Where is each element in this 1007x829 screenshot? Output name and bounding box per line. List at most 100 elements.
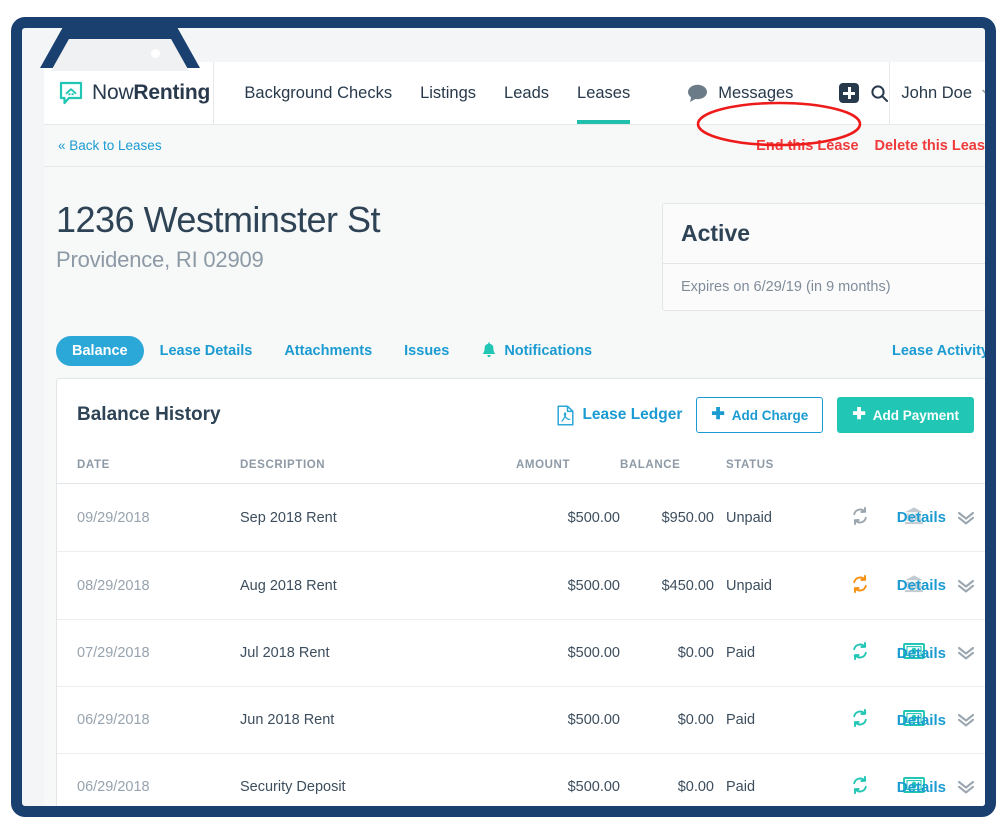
- table-row: 08/29/2018 Aug 2018 Rent $500.00 $450.00 Unp…: [57, 551, 985, 620]
- cell-details: Details: [897, 754, 985, 807]
- lease-status-card: Active Expires on 6/29/19 (in 9 months): [662, 203, 985, 311]
- lease-tabs: Balance Lease Details Attachments Issues: [56, 335, 985, 366]
- tab-issues[interactable]: Issues: [388, 336, 465, 366]
- column-header-recurring: [834, 451, 886, 484]
- delete-this-lease-button[interactable]: Delete this Lease: [875, 138, 985, 154]
- lease-activity-link[interactable]: Lease Activity: [876, 336, 985, 366]
- speech-bubble-icon: [686, 83, 709, 103]
- nav-item-leases[interactable]: Leases: [577, 62, 631, 124]
- screenshot-root: NowRenting Background Checks Listings Le…: [0, 0, 1007, 829]
- cell-balance: $0.00: [620, 686, 726, 754]
- double-chevron-down-icon[interactable]: [956, 510, 976, 526]
- balance-history-card: Balance History Lease Ledger ✚ Add Charg…: [56, 378, 985, 807]
- cell-status: Unpaid: [726, 551, 834, 620]
- refresh-icon[interactable]: [851, 708, 869, 728]
- property-address-block: 1236 Westminster St Providence, RI 02909: [56, 199, 662, 273]
- double-chevron-down-icon[interactable]: [956, 779, 976, 795]
- browser-tab-inner: [51, 39, 189, 71]
- user-account-menu[interactable]: John Doe: [889, 62, 985, 124]
- browser-window-frame: NowRenting Background Checks Listings Le…: [11, 17, 996, 817]
- table-row: 09/29/2018 Sep 2018 Rent $500.00 $950.00 Unp…: [57, 483, 985, 552]
- cell-details: Details: [897, 686, 985, 754]
- balance-card-header: Balance History Lease Ledger ✚ Add Charg…: [57, 379, 985, 451]
- table-row: 06/29/2018 Jun 2018 Rent $500.00 $0.00 Paid D…: [57, 686, 985, 754]
- nav-item-background-checks[interactable]: Background Checks: [244, 62, 392, 124]
- lease-action-bar: « Back to Leases End this Lease Delete t…: [44, 125, 985, 167]
- cell-description: Aug 2018 Rent: [240, 551, 516, 620]
- lease-actions: End this Lease Delete this Lease: [756, 138, 985, 154]
- refresh-icon[interactable]: [851, 775, 869, 795]
- tab-notifications-label: Notifications: [504, 342, 593, 359]
- pdf-file-icon: [557, 404, 575, 426]
- refresh-icon[interactable]: [851, 506, 869, 525]
- cell-recurring-icon: [834, 619, 886, 687]
- tab-lease-details[interactable]: Lease Details: [144, 336, 269, 366]
- column-header-description: DESCRIPTION: [240, 451, 516, 484]
- table-row: 07/29/2018 Jul 2018 Rent $500.00 $0.00 Paid D…: [57, 619, 985, 687]
- brand-logo-link[interactable]: NowRenting: [44, 62, 215, 124]
- nav-item-listings[interactable]: Listings: [420, 62, 476, 124]
- cell-recurring-icon: [834, 551, 886, 620]
- cell-balance: $950.00: [620, 483, 726, 552]
- cell-amount: $500.00: [516, 619, 620, 687]
- double-chevron-down-icon[interactable]: [956, 712, 976, 728]
- cell-recurring-icon: [834, 686, 886, 754]
- cell-balance: $450.00: [620, 551, 726, 620]
- details-link[interactable]: Details: [897, 645, 946, 662]
- bell-icon: [481, 342, 497, 359]
- add-charge-label: Add Charge: [731, 407, 809, 423]
- tab-attachments[interactable]: Attachments: [268, 336, 388, 366]
- add-payment-label: Add Payment: [872, 407, 959, 423]
- cell-description: Security Deposit: [240, 779, 346, 795]
- details-link[interactable]: Details: [897, 712, 946, 729]
- refresh-icon[interactable]: [851, 574, 869, 593]
- details-link[interactable]: Details: [897, 779, 946, 796]
- lease-expiry-text: Expires on 6/29/19 (in 9 months): [681, 279, 891, 295]
- cell-date: 07/29/2018: [57, 619, 240, 687]
- table-body: 09/29/2018 Sep 2018 Rent $500.00 $950.00 Unp…: [57, 483, 985, 807]
- nav-utility-icons: [839, 83, 889, 103]
- details-link[interactable]: Details: [897, 509, 946, 526]
- cell-status: Paid: [726, 779, 756, 795]
- nav-item-leads[interactable]: Leads: [504, 62, 549, 124]
- details-link[interactable]: Details: [897, 577, 946, 594]
- add-charge-button[interactable]: ✚ Add Charge: [696, 397, 824, 433]
- end-this-lease-button[interactable]: End this Lease: [756, 138, 858, 154]
- add-payment-button[interactable]: ✚ Add Payment: [837, 397, 974, 433]
- lease-activity-link-wrap: Lease Activity: [876, 336, 985, 366]
- cell-date: 09/29/2018: [57, 483, 240, 552]
- double-chevron-down-icon[interactable]: [956, 645, 976, 661]
- column-header-amount: AMOUNT: [516, 451, 620, 484]
- cell-date: 08/29/2018: [57, 551, 240, 620]
- page-header: 1236 Westminster St Providence, RI 02909…: [56, 167, 985, 311]
- cell-status: Paid: [726, 619, 834, 687]
- brand-name-light: Now: [92, 81, 134, 104]
- column-header-status: STATUS: [726, 451, 834, 484]
- top-navigation-bar: NowRenting Background Checks Listings Le…: [44, 62, 985, 125]
- double-chevron-down-icon[interactable]: [956, 578, 976, 594]
- lease-ledger-label: Lease Ledger: [582, 406, 683, 423]
- back-to-leases-link[interactable]: « Back to Leases: [58, 138, 162, 153]
- brand-name-bold: Renting: [133, 81, 211, 104]
- user-name-label: John Doe: [901, 83, 973, 102]
- lease-detail-page: 1236 Westminster St Providence, RI 02909…: [44, 167, 985, 807]
- cell-amount: $500.00: [516, 483, 620, 552]
- nav-item-messages[interactable]: Messages: [686, 83, 793, 103]
- cell-date: 06/29/2018: [57, 686, 240, 754]
- cell-recurring-icon: [834, 483, 886, 552]
- status-badge: Active: [663, 204, 985, 264]
- tab-notifications[interactable]: Notifications: [465, 335, 608, 366]
- chevron-down-icon: [982, 89, 985, 98]
- browser-tab-dot: [151, 49, 160, 58]
- cell-recurring-icon: [834, 754, 886, 807]
- primary-nav-links: Background Checks Listings Leads Leases …: [214, 62, 889, 124]
- tab-balance[interactable]: Balance: [56, 335, 144, 366]
- table-row: 06/29/2018 Security Deposit $500.00 $0.00 Pa…: [57, 754, 985, 807]
- plus-box-icon[interactable]: [839, 83, 860, 103]
- refresh-icon[interactable]: [851, 641, 869, 661]
- cell-balance: $0.00: [677, 779, 714, 795]
- page-title: 1236 Westminster St: [56, 199, 380, 240]
- column-header-details: [942, 451, 985, 484]
- search-icon[interactable]: [870, 84, 889, 103]
- lease-ledger-link[interactable]: Lease Ledger: [557, 404, 683, 426]
